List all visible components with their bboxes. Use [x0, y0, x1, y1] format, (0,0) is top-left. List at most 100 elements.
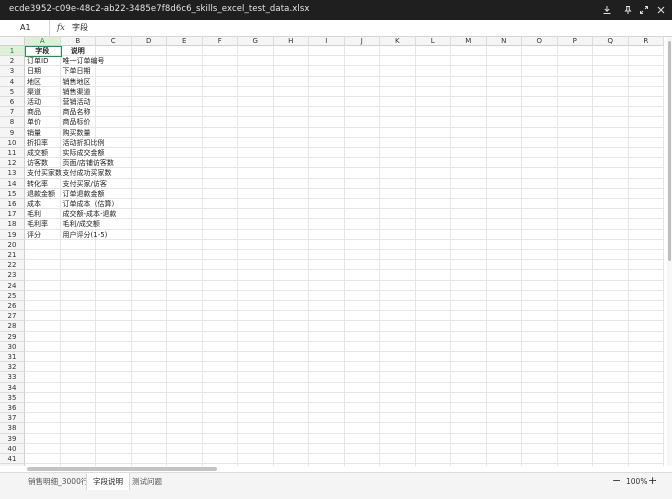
cell-e37[interactable]: [167, 413, 203, 424]
cell-r31[interactable]: [628, 352, 664, 363]
cell-r17[interactable]: [628, 209, 664, 220]
cell-j18[interactable]: [344, 219, 380, 230]
cell-d1[interactable]: [131, 46, 167, 57]
cell-i2[interactable]: [309, 56, 345, 67]
cell-k10[interactable]: [380, 137, 416, 148]
cell-f2[interactable]: [202, 56, 238, 67]
cell-g20[interactable]: [238, 239, 274, 250]
cell-p28[interactable]: [557, 321, 593, 332]
cell-k28[interactable]: [380, 321, 416, 332]
cell-c28[interactable]: [96, 321, 132, 332]
cell-q41[interactable]: [593, 454, 629, 465]
cell-p13[interactable]: [557, 168, 593, 179]
cell-o30[interactable]: [522, 341, 558, 352]
cell-k31[interactable]: [380, 352, 416, 363]
cell-j35[interactable]: [344, 392, 380, 403]
cell-i38[interactable]: [309, 423, 345, 434]
row-header[interactable]: 3: [0, 66, 25, 77]
expand-icon[interactable]: [637, 3, 651, 17]
cell-a40[interactable]: [25, 443, 61, 454]
cell-i14[interactable]: [309, 178, 345, 189]
cell-n37[interactable]: [486, 413, 522, 424]
cell-j41[interactable]: [344, 454, 380, 465]
cell-a8[interactable]: 单价: [25, 117, 61, 128]
cell-g31[interactable]: [238, 352, 274, 363]
row-header[interactable]: 15: [0, 188, 25, 199]
cell-a4[interactable]: 地区: [25, 76, 61, 87]
cell-l22[interactable]: [415, 260, 451, 271]
cell-a11[interactable]: 成交额: [25, 148, 61, 159]
cell-g33[interactable]: [238, 372, 274, 383]
cell-p9[interactable]: [557, 127, 593, 138]
cell-i36[interactable]: [309, 403, 345, 414]
cell-f32[interactable]: [202, 362, 238, 373]
cell-d31[interactable]: [131, 352, 167, 363]
cell-h13[interactable]: [273, 168, 309, 179]
cell-a18[interactable]: 毛利率: [25, 219, 61, 230]
cell-b2[interactable]: 唯一订单编号: [60, 56, 105, 67]
cell-a26[interactable]: [25, 301, 61, 312]
cell-p5[interactable]: [557, 86, 593, 97]
cell-k5[interactable]: [380, 86, 416, 97]
cell-a37[interactable]: [25, 413, 61, 424]
cell-j1[interactable]: [344, 46, 380, 57]
cell-f16[interactable]: [202, 199, 238, 210]
cell-a6[interactable]: 活动: [25, 97, 61, 108]
row-header[interactable]: 16: [0, 199, 25, 210]
cell-i4[interactable]: [309, 76, 345, 87]
cell-j14[interactable]: [344, 178, 380, 189]
cell-l29[interactable]: [415, 331, 451, 342]
cell-f6[interactable]: [202, 97, 238, 108]
cell-h23[interactable]: [273, 270, 309, 281]
zoom-in-button[interactable]: +: [648, 474, 657, 488]
cell-n4[interactable]: [486, 76, 522, 87]
sheet-tab-sales-detail[interactable]: 销售明细_3000行: [22, 473, 94, 490]
cell-i29[interactable]: [309, 331, 345, 342]
cell-p6[interactable]: [557, 97, 593, 108]
cell-n33[interactable]: [486, 372, 522, 383]
cell-j27[interactable]: [344, 311, 380, 322]
cell-f27[interactable]: [202, 311, 238, 322]
cell-o5[interactable]: [522, 86, 558, 97]
cell-r1[interactable]: [628, 46, 664, 57]
vertical-scrollbar[interactable]: [667, 37, 672, 466]
cell-m33[interactable]: [451, 372, 487, 383]
cell-b21[interactable]: [60, 250, 96, 261]
cell-n40[interactable]: [486, 443, 522, 454]
cell-c3[interactable]: [96, 66, 132, 77]
cell-e30[interactable]: [167, 341, 203, 352]
cell-p8[interactable]: [557, 117, 593, 128]
cell-m27[interactable]: [451, 311, 487, 322]
cell-o13[interactable]: [522, 168, 558, 179]
cell-m12[interactable]: [451, 158, 487, 169]
cell-c31[interactable]: [96, 352, 132, 363]
cell-n20[interactable]: [486, 239, 522, 250]
cell-j7[interactable]: [344, 107, 380, 118]
cell-g9[interactable]: [238, 127, 274, 138]
cell-m41[interactable]: [451, 454, 487, 465]
cell-a9[interactable]: 销量: [25, 127, 61, 138]
cell-c19[interactable]: [96, 229, 132, 240]
row-header[interactable]: 21: [0, 250, 25, 261]
cell-l26[interactable]: [415, 301, 451, 312]
cell-b40[interactable]: [60, 443, 96, 454]
cell-a30[interactable]: [25, 341, 61, 352]
row-header[interactable]: 4: [0, 76, 25, 87]
cell-n35[interactable]: [486, 392, 522, 403]
row-header[interactable]: 11: [0, 148, 25, 159]
cell-m6[interactable]: [451, 97, 487, 108]
cell-g34[interactable]: [238, 382, 274, 393]
cell-c6[interactable]: [96, 97, 132, 108]
vertical-scroll-thumb[interactable]: [668, 41, 671, 261]
cell-q6[interactable]: [593, 97, 629, 108]
cell-n28[interactable]: [486, 321, 522, 332]
cell-n8[interactable]: [486, 117, 522, 128]
cell-l14[interactable]: [415, 178, 451, 189]
cell-f28[interactable]: [202, 321, 238, 332]
cell-a20[interactable]: [25, 239, 61, 250]
cell-f38[interactable]: [202, 423, 238, 434]
row-header[interactable]: 19: [0, 229, 25, 240]
cell-d11[interactable]: [131, 148, 167, 159]
cell-a33[interactable]: [25, 372, 61, 383]
cell-b34[interactable]: [60, 382, 96, 393]
